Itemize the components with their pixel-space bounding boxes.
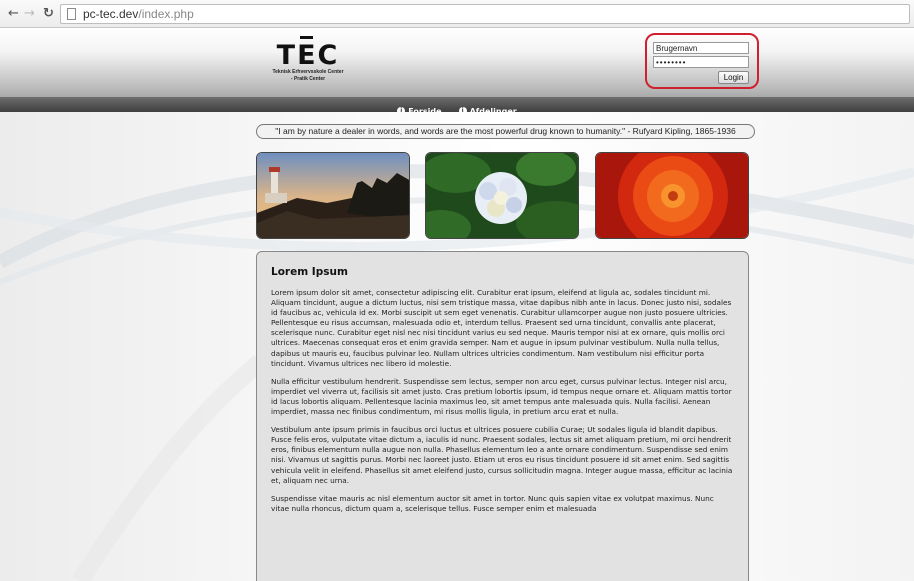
article-paragraph: Vestibulum ante ipsum primis in faucibus… <box>271 425 733 485</box>
red-flower-photo <box>595 152 749 239</box>
login-button[interactable]: Login <box>718 71 749 84</box>
address-bar[interactable]: pc-tec.dev/index.php <box>60 4 910 24</box>
password-field[interactable] <box>653 56 749 68</box>
article-title: Lorem Ipsum <box>271 266 348 278</box>
quote-banner: "I am by nature a dealer in words, and w… <box>256 124 755 139</box>
url-text[interactable]: pc-tec.dev/index.php <box>83 7 194 21</box>
logo-line2: - Pratik Center <box>290 76 326 82</box>
page-icon <box>67 8 76 20</box>
login-panel: Login <box>645 33 759 89</box>
article-paragraph: Lorem ipsum dolor sit amet, consectetur … <box>271 288 732 368</box>
main-nav: i Forside i Afdelinger <box>0 97 914 116</box>
reload-icon[interactable]: ↻ <box>43 6 54 22</box>
url-path: /index.php <box>138 7 194 21</box>
hydrangea-photo <box>425 152 579 239</box>
logo-wordmark: TE C <box>253 36 363 69</box>
back-arrow-icon[interactable]: ← <box>8 6 19 22</box>
browser-toolbar: ← → ↻ pc-tec.dev/index.php <box>0 0 914 28</box>
tec-logo[interactable]: TE C Teknisk Erhvervsskole Center - Prati… <box>253 36 363 83</box>
article-paragraph: Suspendisse vitae mauris ac nisl element… <box>271 493 714 513</box>
forward-arrow-icon[interactable]: → <box>24 6 35 22</box>
lighthouse-photo <box>256 152 410 239</box>
article-paragraph: Nulla efficitur vestibulum hendrerit. Su… <box>271 376 732 417</box>
username-field[interactable] <box>653 42 749 54</box>
content-article: Lorem Ipsum Lorem ipsum dolor sit amet, … <box>256 251 749 581</box>
url-host: pc-tec.dev <box>83 7 139 21</box>
